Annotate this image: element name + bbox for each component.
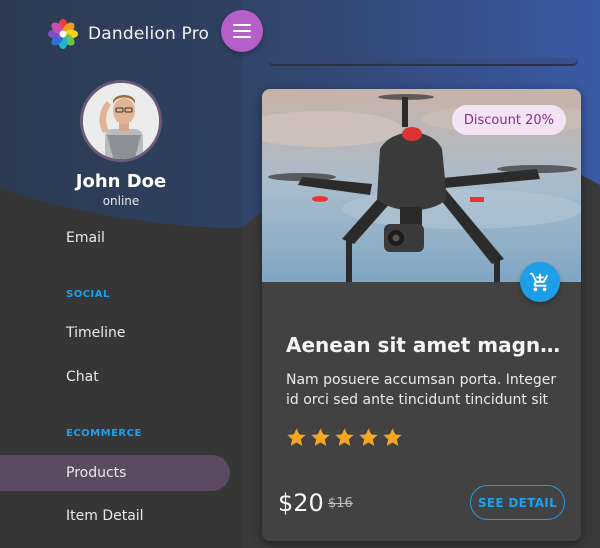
user-status: online	[102, 194, 140, 208]
add-to-cart-button[interactable]	[520, 262, 560, 302]
star-icon	[311, 428, 330, 446]
sidebar-item-label: Item Detail	[66, 508, 144, 524]
sidebar-item-timeline[interactable]: Timeline	[0, 315, 230, 351]
sidebar-item-label: Chat	[66, 369, 99, 385]
star-icon	[335, 428, 354, 446]
sidebar-item-chat[interactable]: Chat	[0, 359, 230, 395]
brand[interactable]: Dandelion Pro	[48, 18, 209, 50]
add-to-cart-icon	[529, 272, 549, 292]
sidebar: Dandelion Pro John Doe online Email SOCI…	[0, 0, 263, 548]
sidebar-item-label: Email	[66, 230, 105, 246]
menu-toggle-button[interactable]	[221, 10, 263, 52]
sidebar-item-email[interactable]: Email	[0, 220, 230, 256]
previous-card-edge	[268, 58, 578, 66]
product-description: Nam posuere accumsan porta. Integer id o…	[286, 372, 557, 408]
star-icon	[383, 428, 402, 446]
avatar[interactable]	[80, 80, 162, 162]
avatar-image	[83, 83, 159, 159]
old-price: $16	[328, 496, 353, 511]
star-icon	[287, 428, 306, 446]
sidebar-item-products[interactable]: Products	[0, 455, 230, 491]
dandelion-logo-icon	[48, 19, 78, 49]
price: $20	[278, 489, 324, 517]
sidebar-section-social: SOCIAL	[66, 289, 110, 300]
product-image[interactable]: Discount 20%	[262, 89, 581, 282]
sidebar-section-ecommerce: ECOMMERCE	[66, 428, 142, 439]
product-card[interactable]: Discount 20% Aenean sit amet magna v... …	[262, 89, 581, 541]
sidebar-item-item-detail[interactable]: Item Detail	[0, 498, 230, 534]
star-icon	[359, 428, 378, 446]
product-title[interactable]: Aenean sit amet magna v...	[286, 333, 566, 357]
user-name: John Doe	[75, 171, 167, 192]
menu-icon	[233, 24, 251, 38]
sidebar-item-label: Timeline	[66, 325, 126, 341]
rating	[286, 427, 403, 448]
app-name: Dandelion Pro	[88, 24, 210, 44]
see-detail-button[interactable]: SEE DETAIL	[470, 485, 565, 520]
sidebar-item-label: Products	[66, 465, 127, 481]
discount-badge: Discount 20%	[451, 105, 566, 135]
